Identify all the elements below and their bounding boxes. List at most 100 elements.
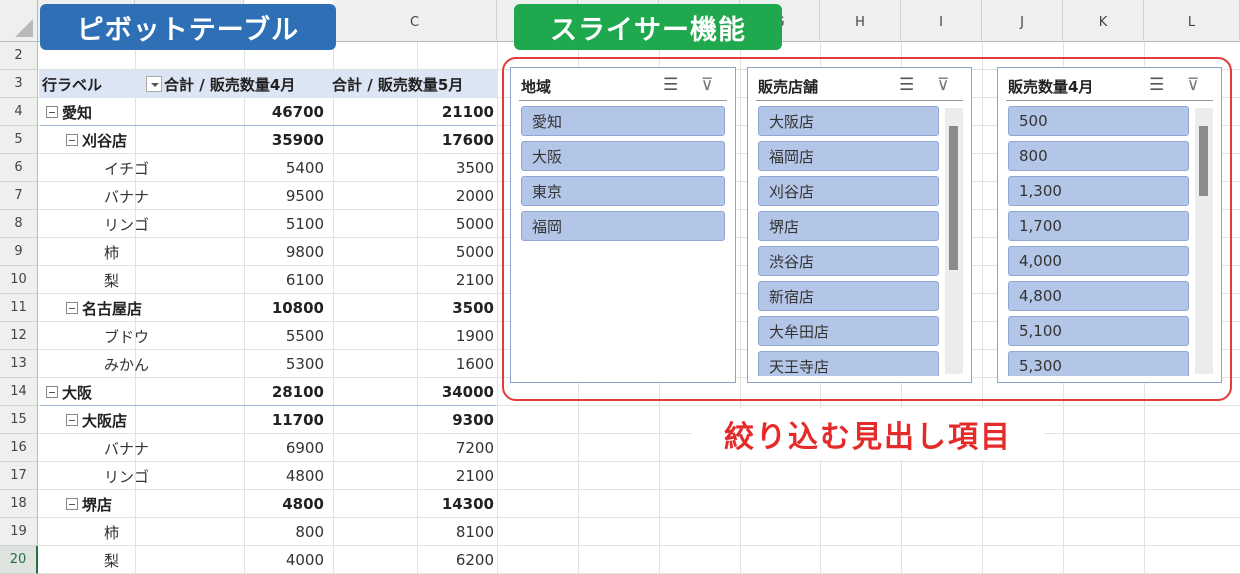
pivot-row-label-text: リンゴ — [104, 467, 150, 486]
row-header[interactable]: 14 — [0, 378, 38, 406]
pivot-value-april: 4800 — [282, 495, 324, 513]
slicer-item-button[interactable]: 4,000 — [1008, 246, 1189, 276]
pivot-row-label-text: 刈谷店 — [82, 131, 128, 150]
column-header[interactable]: I — [901, 0, 982, 42]
pivot-value-may: 21100 — [441, 103, 494, 121]
collapse-minus-icon[interactable] — [46, 106, 58, 118]
row-header[interactable]: 9 — [0, 238, 38, 266]
slicer-april-quantity[interactable]: 販売数量4月 ☰ ⊽ 500 800 1,300 1,700 4,000 4,800 5,100 5… — [997, 67, 1222, 383]
row-header[interactable]: 10 — [0, 266, 38, 294]
collapse-minus-icon[interactable] — [66, 302, 78, 314]
pivot-value-may: 5000 — [455, 215, 494, 233]
clear-filter-icon[interactable]: ⊽ — [1187, 75, 1199, 95]
row-header[interactable]: 2 — [0, 42, 38, 70]
slicer-item-button[interactable]: 大阪店 — [758, 106, 939, 136]
filter-dropdown-icon[interactable] — [146, 76, 162, 92]
pivot-value-may: 6200 — [455, 551, 494, 569]
row-header[interactable]: 11 — [0, 294, 38, 322]
row-header[interactable]: 20 — [0, 546, 38, 574]
pivot-value-april: 10800 — [271, 299, 324, 317]
pivot-row-label-text: リンゴ — [104, 215, 150, 234]
pivot-row-label-text: 大阪店 — [82, 411, 128, 430]
pivot-row-label-text: 柿 — [104, 523, 120, 542]
pivot-header-april: 合計 / 販売数量4月 — [164, 75, 296, 94]
slicer-item-button[interactable]: 福岡店 — [758, 141, 939, 171]
row-header[interactable]: 18 — [0, 490, 38, 518]
row-header[interactable]: 4 — [0, 98, 38, 126]
pivot-value-may: 5000 — [455, 243, 494, 261]
slicer-item-button[interactable]: 渋谷店 — [758, 246, 939, 276]
slicer-item-button[interactable]: 愛知 — [521, 106, 725, 136]
row-header[interactable]: 19 — [0, 518, 38, 546]
multi-select-icon[interactable]: ☰ — [663, 75, 678, 95]
column-header[interactable]: L — [1144, 0, 1240, 42]
slicer-item-button[interactable]: 大阪 — [521, 141, 725, 171]
slicer-item-button[interactable]: 5,300 — [1008, 351, 1189, 376]
multi-select-icon[interactable]: ☰ — [899, 75, 914, 95]
pivot-row-label-text: 梨 — [104, 271, 120, 290]
slicer-item-button[interactable]: 天王寺店 — [758, 351, 939, 376]
pivot-row-label-text: ブドウ — [104, 327, 150, 346]
slicer-header-rule — [1006, 100, 1213, 101]
slicer-item-button[interactable]: 堺店 — [758, 211, 939, 241]
clear-filter-icon[interactable]: ⊽ — [937, 75, 949, 95]
row-header[interactable]: 15 — [0, 406, 38, 434]
row-header[interactable]: 6 — [0, 154, 38, 182]
pivot-value-april: 9500 — [285, 187, 324, 205]
pivot-value-may: 2100 — [455, 271, 494, 289]
scrollbar-thumb[interactable] — [1199, 126, 1208, 196]
column-header[interactable]: K — [1063, 0, 1144, 42]
slicer-item-button[interactable]: 刈谷店 — [758, 176, 939, 206]
slicer-item-button[interactable]: 新宿店 — [758, 281, 939, 311]
pivot-value-may: 34000 — [441, 383, 494, 401]
column-header[interactable]: J — [982, 0, 1063, 42]
slicer-item-button[interactable]: 1,700 — [1008, 211, 1189, 241]
pivot-value-april: 6100 — [285, 271, 324, 289]
select-all-corner[interactable] — [0, 0, 38, 42]
gridline — [497, 42, 498, 574]
slicer-item-list[interactable]: 愛知 大阪 東京 福岡 — [511, 104, 737, 376]
pivot-row-label-header[interactable]: 行ラベル — [42, 70, 162, 98]
slicer-item-button[interactable]: 800 — [1008, 141, 1189, 171]
collapse-minus-icon[interactable] — [66, 414, 78, 426]
slicer-title: 販売店舗 — [758, 78, 819, 96]
row-header[interactable]: 5 — [0, 126, 38, 154]
pivot-row-label-text: イチゴ — [104, 159, 150, 178]
row-header[interactable]: 7 — [0, 182, 38, 210]
pivot-value-april: 46700 — [271, 103, 324, 121]
multi-select-icon[interactable]: ☰ — [1149, 75, 1164, 95]
slicer-item-button[interactable]: 1,300 — [1008, 176, 1189, 206]
row-header[interactable]: 8 — [0, 210, 38, 238]
slicer-item-button[interactable]: 福岡 — [521, 211, 725, 241]
row-header[interactable]: 3 — [0, 70, 38, 98]
pivot-value-may: 9300 — [452, 411, 494, 429]
slicer-region[interactable]: 地域 ☰ ⊽ 愛知大阪東京福岡 — [510, 67, 736, 383]
slicer-title: 地域 — [521, 78, 552, 96]
gridline — [333, 42, 334, 574]
pivot-row-label-text: 愛知 — [62, 103, 93, 122]
slicer-item-button[interactable]: 東京 — [521, 176, 725, 206]
pivot-row-label-text: 柿 — [104, 243, 120, 262]
row-header[interactable]: 16 — [0, 434, 38, 462]
collapse-minus-icon[interactable] — [66, 134, 78, 146]
slicer-item-button[interactable]: 500 — [1008, 106, 1189, 136]
clear-filter-icon[interactable]: ⊽ — [701, 75, 713, 95]
row-header[interactable]: 13 — [0, 350, 38, 378]
scrollbar-thumb[interactable] — [949, 126, 958, 270]
slicer-item-button[interactable]: 5,100 — [1008, 316, 1189, 346]
column-header[interactable]: H — [820, 0, 901, 42]
column-header[interactable]: C — [333, 0, 497, 42]
row-header[interactable]: 12 — [0, 322, 38, 350]
slicer-store[interactable]: 販売店舗 ☰ ⊽ 大阪店福岡店刈谷店堺店渋谷店新宿店大牟田店天王寺店 — [747, 67, 972, 383]
slicer-item-button[interactable]: 4,800 — [1008, 281, 1189, 311]
pivot-row-label-text: バナナ — [104, 439, 150, 458]
slicer-item-list[interactable]: 大阪店福岡店刈谷店堺店渋谷店新宿店大牟田店天王寺店 — [748, 104, 973, 376]
collapse-minus-icon[interactable] — [46, 386, 58, 398]
pivot-table-title-badge: ピボットテーブル — [40, 4, 336, 50]
slicer-item-button[interactable]: 大牟田店 — [758, 316, 939, 346]
row-header[interactable]: 17 — [0, 462, 38, 490]
slicer-item-list[interactable]: 500 800 1,300 1,700 4,000 4,800 5,100 5,300 — [998, 104, 1223, 376]
pivot-row-label-text: 梨 — [104, 551, 120, 570]
collapse-minus-icon[interactable] — [66, 498, 78, 510]
pivot-value-may: 1600 — [455, 355, 494, 373]
